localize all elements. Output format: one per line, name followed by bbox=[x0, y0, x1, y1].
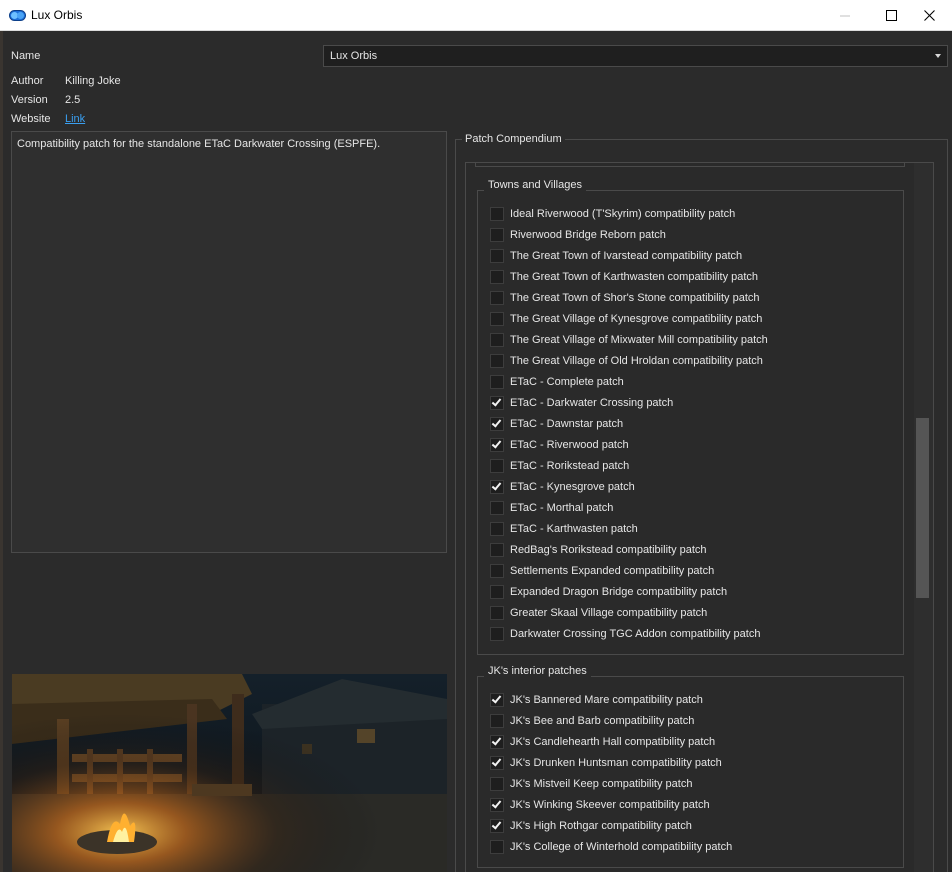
patch-compendium-title: Patch Compendium bbox=[462, 133, 565, 145]
campfire-scene-image bbox=[12, 674, 447, 872]
patch-label: Riverwood Bridge Reborn patch bbox=[510, 229, 666, 241]
checkmark-icon bbox=[491, 396, 502, 407]
patch-label: ETaC - Darkwater Crossing patch bbox=[510, 397, 674, 409]
patch-label: The Great Village of Old Hroldan compati… bbox=[510, 355, 763, 367]
patch-checkbox[interactable] bbox=[490, 627, 504, 641]
patch-label: JK's Candlehearth Hall compatibility pat… bbox=[510, 736, 716, 748]
patch-label: JK's Drunken Huntsman compatibility patc… bbox=[510, 757, 722, 769]
patch-checkbox[interactable] bbox=[490, 270, 504, 284]
patch-checkbox[interactable] bbox=[490, 840, 504, 854]
patch-label: ETaC - Morthal patch bbox=[510, 502, 614, 514]
patch-label: Darkwater Crossing TGC Addon compatibili… bbox=[510, 628, 761, 640]
patch-label: The Great Town of Karthwasten compatibil… bbox=[510, 271, 759, 283]
checkmark-icon bbox=[491, 438, 502, 449]
patch-checkbox[interactable] bbox=[490, 798, 504, 812]
patch-label: Greater Skaal Village compatibility patc… bbox=[510, 607, 708, 619]
checkmark-icon bbox=[491, 819, 502, 830]
patch-label: JK's Winking Skeever compatibility patch bbox=[510, 799, 710, 811]
website-link[interactable]: Link bbox=[65, 113, 85, 125]
patch-label: ETaC - Dawnstar patch bbox=[510, 418, 624, 430]
patch-label: The Great Village of Kynesgrove compatib… bbox=[510, 313, 763, 325]
checkmark-icon bbox=[491, 417, 502, 428]
patch-checkbox[interactable] bbox=[490, 291, 504, 305]
patch-checkbox[interactable] bbox=[490, 756, 504, 770]
name-label: Name bbox=[11, 50, 41, 62]
website-label: Website bbox=[11, 113, 51, 125]
patch-label: ETaC - Rorikstead patch bbox=[510, 460, 630, 472]
patch-checkbox[interactable] bbox=[490, 207, 504, 221]
patch-label: The Great Town of Ivarstead compatibilit… bbox=[510, 250, 743, 262]
close-icon bbox=[923, 10, 935, 21]
patch-checkbox[interactable] bbox=[490, 396, 504, 410]
patch-label: Ideal Riverwood (T'Skyrim) compatibility… bbox=[510, 208, 736, 220]
patch-checkbox[interactable] bbox=[490, 480, 504, 494]
patch-label: JK's Bee and Barb compatibility patch bbox=[510, 715, 695, 727]
checkmark-icon bbox=[491, 693, 502, 704]
patch-label: JK's Mistveil Keep compatibility patch bbox=[510, 778, 693, 790]
preview-image bbox=[12, 674, 447, 872]
patch-checkbox[interactable] bbox=[490, 333, 504, 347]
patch-checkbox[interactable] bbox=[490, 417, 504, 431]
patch-label: The Great Town of Shor's Stone compatibi… bbox=[510, 292, 760, 304]
description-box[interactable]: Compatibility patch for the standalone E… bbox=[11, 131, 447, 553]
patch-checkbox[interactable] bbox=[490, 438, 504, 452]
patch-label: Settlements Expanded compatibility patch bbox=[510, 565, 715, 577]
maximize-icon bbox=[885, 10, 897, 21]
close-button[interactable] bbox=[906, 0, 952, 31]
patch-label: The Great Village of Mixwater Mill compa… bbox=[510, 334, 768, 346]
title-bar[interactable]: Lux Orbis bbox=[0, 0, 952, 31]
version-label: Version bbox=[11, 94, 48, 106]
checkmark-icon bbox=[491, 735, 502, 746]
patch-checkbox[interactable] bbox=[490, 819, 504, 833]
name-dropdown-value: Lux Orbis bbox=[330, 50, 378, 62]
patch-checkbox[interactable] bbox=[490, 312, 504, 326]
window-title: Lux Orbis bbox=[31, 8, 83, 22]
patch-checkbox[interactable] bbox=[490, 228, 504, 242]
lux-orbis-app-icon bbox=[9, 10, 26, 21]
patch-checkbox[interactable] bbox=[490, 585, 504, 599]
checkmark-icon bbox=[491, 756, 502, 767]
checkmark-icon bbox=[491, 798, 502, 809]
patch-label: JK's High Rothgar compatibility patch bbox=[510, 820, 692, 832]
name-dropdown[interactable]: Lux Orbis bbox=[323, 45, 948, 67]
patch-label: Expanded Dragon Bridge compatibility pat… bbox=[510, 586, 728, 598]
window-left-edge bbox=[0, 30, 3, 872]
patch-label: ETaC - Complete patch bbox=[510, 376, 624, 388]
patch-label: JK's Bannered Mare compatibility patch bbox=[510, 694, 703, 706]
description-text: Compatibility patch for the standalone E… bbox=[17, 138, 381, 150]
group-title-jks-interior-patches: JK's interior patches bbox=[484, 665, 591, 677]
patch-checkbox[interactable] bbox=[490, 606, 504, 620]
patch-checkbox[interactable] bbox=[490, 714, 504, 728]
patch-checkbox[interactable] bbox=[490, 375, 504, 389]
chevron-down-icon bbox=[935, 54, 941, 58]
compendium-scrollbar-thumb[interactable] bbox=[916, 418, 929, 598]
patch-checkbox[interactable] bbox=[490, 522, 504, 536]
patch-checkbox[interactable] bbox=[490, 777, 504, 791]
checkmark-icon bbox=[491, 480, 502, 491]
author-value: Killing Joke bbox=[65, 75, 121, 87]
patch-checkbox[interactable] bbox=[490, 735, 504, 749]
patch-label: RedBag's Rorikstead compatibility patch bbox=[510, 544, 707, 556]
author-label: Author bbox=[11, 75, 44, 87]
patch-label: JK's College of Winterhold compatibility… bbox=[510, 841, 733, 853]
previous-group-bottom bbox=[475, 162, 905, 167]
patch-checkbox[interactable] bbox=[490, 564, 504, 578]
patch-checkbox[interactable] bbox=[490, 249, 504, 263]
minimize-icon bbox=[839, 15, 850, 17]
patch-label: ETaC - Riverwood patch bbox=[510, 439, 629, 451]
version-value: 2.5 bbox=[65, 94, 81, 106]
patch-checkbox[interactable] bbox=[490, 693, 504, 707]
group-title-towns-and-villages: Towns and Villages bbox=[484, 179, 586, 191]
patch-label: ETaC - Karthwasten patch bbox=[510, 523, 638, 535]
patch-checkbox[interactable] bbox=[490, 543, 504, 557]
patch-checkbox[interactable] bbox=[490, 354, 504, 368]
patch-label: ETaC - Kynesgrove patch bbox=[510, 481, 635, 493]
patch-checkbox[interactable] bbox=[490, 459, 504, 473]
patch-checkbox[interactable] bbox=[490, 501, 504, 515]
minimize-button[interactable] bbox=[822, 0, 868, 31]
